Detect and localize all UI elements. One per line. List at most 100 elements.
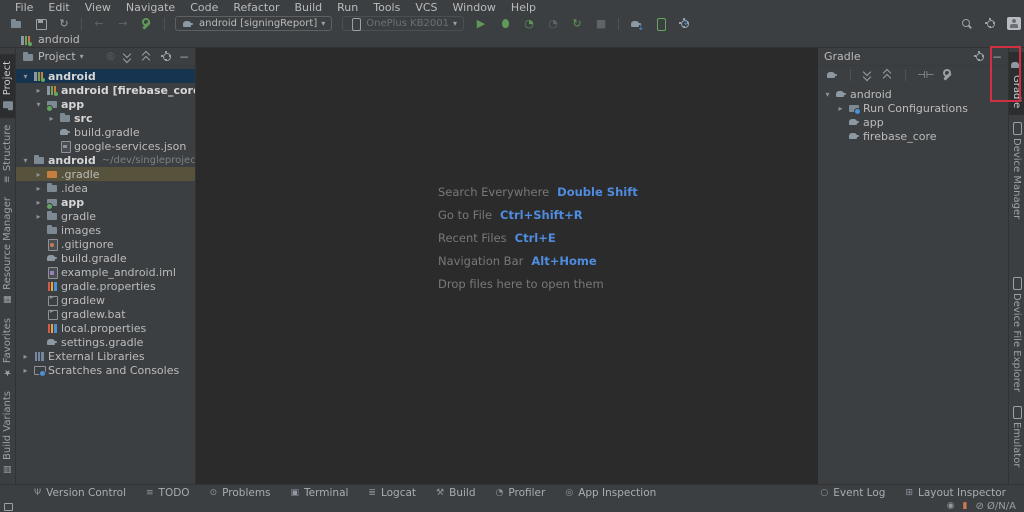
chevron-collapsed-icon[interactable]: ▸ (33, 86, 44, 95)
hide-panel-button[interactable]: − (179, 51, 189, 63)
save-all-button[interactable] (30, 16, 50, 32)
run-configuration-select[interactable]: android [signingReport] ▾ (175, 16, 333, 31)
debug-button[interactable] (495, 16, 515, 32)
gear-icon[interactable] (973, 50, 985, 63)
menu-refactor[interactable]: Refactor (226, 0, 286, 15)
tool-window-tab-build-variants[interactable]: ▥ Build Variants (1, 384, 14, 481)
chevron-collapsed-icon[interactable]: ▸ (33, 184, 44, 193)
tool-window-tab-gradle[interactable]: Gradle (1009, 52, 1024, 116)
editor-area[interactable]: Search Everywhere Double Shift Go to File C… (197, 49, 818, 484)
offline-mode-icon[interactable]: ⊣⊢ (917, 70, 934, 81)
attach-debugger-button[interactable]: ◔ (543, 16, 563, 32)
chevron-collapsed-icon[interactable]: ▸ (33, 198, 44, 207)
gradle-row-app[interactable]: app (818, 115, 1008, 129)
project-row-local-properties[interactable]: local.properties (16, 321, 195, 335)
tool-window-button-build[interactable]: ⚒ Build (428, 485, 483, 501)
breadcrumb[interactable]: android (38, 33, 80, 46)
project-row-src[interactable]: ▸ src (16, 111, 195, 125)
tool-window-button-version-control[interactable]: Ψ Version Control (26, 485, 134, 501)
sync-gradle-button[interactable] (626, 16, 646, 32)
chevron-collapsed-icon[interactable]: ▸ (835, 104, 846, 113)
device-manager-button[interactable] (650, 16, 670, 32)
search-everywhere-button[interactable] (956, 16, 976, 32)
project-row--gitignore[interactable]: .gitignore (16, 237, 195, 251)
menu-vcs[interactable]: VCS (408, 0, 444, 15)
project-row-android[interactable]: ▾ android ~/dev/singleproject/examp (16, 153, 195, 167)
menu-help[interactable]: Help (504, 0, 543, 15)
chevron-collapsed-icon[interactable]: ▸ (20, 352, 31, 361)
chevron-expanded-icon[interactable]: ▾ (33, 100, 44, 109)
menu-navigate[interactable]: Navigate (119, 0, 182, 15)
chevron-expanded-icon[interactable]: ▾ (20, 156, 31, 165)
tool-window-button-logcat[interactable]: ≣ Logcat (360, 485, 424, 501)
reader-mode-icon[interactable]: ▮ (963, 500, 968, 512)
project-row-gradle[interactable]: ▸ gradle (16, 209, 195, 223)
menu-build[interactable]: Build (288, 0, 330, 15)
project-row-scratches-and-consoles[interactable]: ▸ Scratches and Consoles (16, 363, 195, 377)
device-select[interactable]: OnePlus KB2001 ▾ (342, 16, 465, 31)
collapse-all-icon[interactable] (882, 68, 894, 83)
expand-all-icon[interactable] (862, 67, 874, 82)
gradle-row-android[interactable]: ▾ android (818, 87, 1008, 101)
locate-file-icon[interactable]: ◎ (106, 51, 115, 62)
tool-window-button-profiler[interactable]: ◔ Profiler (488, 485, 554, 501)
chevron-collapsed-icon[interactable]: ▸ (33, 170, 44, 179)
project-row-app[interactable]: ▸ app (16, 195, 195, 209)
back-button[interactable]: ← (89, 16, 109, 32)
tool-window-tab-project[interactable]: Project (0, 54, 15, 119)
expand-all-icon[interactable] (122, 49, 134, 63)
gear-icon[interactable] (160, 50, 172, 63)
tool-window-tab-resource-manager[interactable]: ▦ Resource Manager (1, 190, 14, 311)
tool-window-switcher-icon[interactable] (4, 503, 13, 511)
refresh-gradle-icon[interactable] (826, 69, 839, 81)
chevron-collapsed-icon[interactable]: ▸ (20, 366, 31, 375)
project-row-android-firebase-core-[interactable]: ▸ android [firebase_core] (16, 83, 195, 97)
tool-window-tab-emulator[interactable]: Emulator (1009, 399, 1024, 474)
profile-button[interactable]: ◔ (519, 16, 539, 32)
project-row--idea[interactable]: ▸ .idea (16, 181, 195, 195)
project-structure-button[interactable] (137, 16, 157, 32)
project-row-gradlew-bat[interactable]: gradlew.bat (16, 307, 195, 321)
menu-file[interactable]: File (8, 0, 40, 15)
gradle-settings-icon[interactable] (942, 69, 955, 81)
project-row-gradle-properties[interactable]: gradle.properties (16, 279, 195, 293)
gradle-row-firebase-core[interactable]: firebase_core (818, 129, 1008, 143)
project-row-external-libraries[interactable]: ▸ External Libraries (16, 349, 195, 363)
menu-code[interactable]: Code (183, 0, 225, 15)
gradle-row-run-configurations[interactable]: ▸ Run Configurations (818, 101, 1008, 115)
hide-gradle-panel-button[interactable]: − (992, 51, 1002, 63)
tool-window-button-terminal[interactable]: ▣ Terminal (283, 485, 357, 501)
chevron-collapsed-icon[interactable]: ▸ (46, 114, 57, 123)
project-row-app[interactable]: ▾ app (16, 97, 195, 111)
stop-button[interactable]: ■ (591, 16, 611, 32)
run-button[interactable]: ▶ (471, 16, 491, 32)
apply-changes-button[interactable]: ↻ (567, 16, 587, 32)
sdk-manager-button[interactable] (674, 16, 694, 32)
chevron-expanded-icon[interactable]: ▾ (822, 90, 833, 99)
tool-window-tab-device-file-explorer[interactable]: Device File Explorer (1009, 270, 1024, 399)
project-row--gradle[interactable]: ▸ .gradle (16, 167, 195, 181)
project-row-build-gradle[interactable]: build.gradle (16, 125, 195, 139)
menu-edit[interactable]: Edit (41, 0, 76, 15)
tool-window-tab-favorites[interactable]: ★ Favorites (1, 311, 14, 384)
menu-window[interactable]: Window (446, 0, 503, 15)
settings-button[interactable] (980, 16, 1000, 32)
profile-avatar-button[interactable] (1004, 16, 1024, 32)
menu-run[interactable]: Run (330, 0, 365, 15)
tool-window-button-app-inspection[interactable]: ◎ App Inspection (557, 485, 664, 501)
eye-icon[interactable]: ◉ (947, 500, 955, 512)
project-panel-title[interactable]: Project (38, 50, 76, 63)
forward-button[interactable]: → (113, 16, 133, 32)
tool-window-tab-device-manager[interactable]: Device Manager (1009, 115, 1024, 226)
menu-view[interactable]: View (78, 0, 118, 15)
project-row-build-gradle[interactable]: build.gradle (16, 251, 195, 265)
chevron-collapsed-icon[interactable]: ▸ (33, 212, 44, 221)
project-row-gradlew[interactable]: gradlew (16, 293, 195, 307)
tool-window-button-problems[interactable]: ⊙ Problems (202, 485, 279, 501)
project-row-android[interactable]: ▾ android (16, 69, 195, 83)
project-row-settings-gradle[interactable]: settings.gradle (16, 335, 195, 349)
synchronize-button[interactable]: ↻ (54, 16, 74, 32)
tool-window-button-layout-inspector[interactable]: ⊞ Layout Inspector (897, 485, 1014, 501)
project-row-images[interactable]: images (16, 223, 195, 237)
collapse-all-icon[interactable] (141, 50, 153, 64)
